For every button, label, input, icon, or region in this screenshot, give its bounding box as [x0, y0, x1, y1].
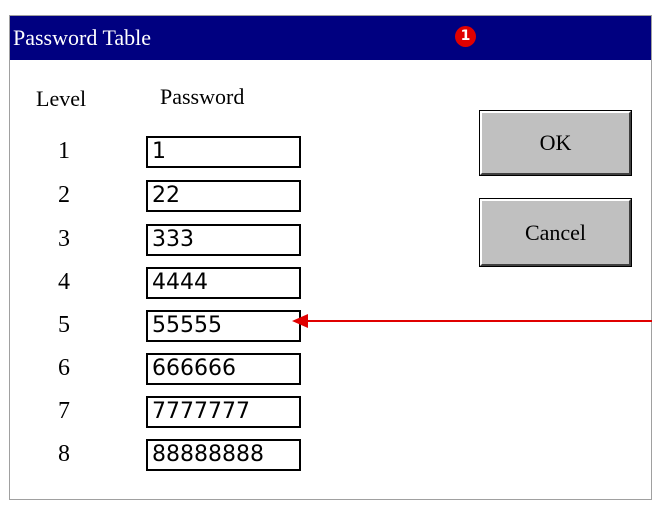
password-table-dialog: Password Table 1 Level Password 1 1 2 22… — [9, 15, 652, 500]
callout-marker: 1 — [455, 26, 476, 47]
password-field-8[interactable]: 88888888 — [146, 439, 301, 471]
cancel-button[interactable]: Cancel — [479, 198, 632, 267]
dialog-title: Password Table — [13, 25, 151, 50]
level-label-6: 6 — [58, 355, 70, 381]
level-label-3: 3 — [58, 226, 70, 252]
dialog-title-bar: Password Table — [10, 16, 651, 60]
ok-button[interactable]: OK — [479, 110, 632, 176]
level-label-2: 2 — [58, 182, 70, 208]
password-field-5[interactable]: 55555 — [146, 310, 301, 342]
password-field-4[interactable]: 4444 — [146, 267, 301, 299]
level-label-7: 7 — [58, 398, 70, 424]
password-column-header: Password — [160, 84, 245, 109]
password-field-1[interactable]: 1 — [146, 136, 301, 168]
level-label-5: 5 — [58, 312, 70, 338]
password-field-6[interactable]: 666666 — [146, 353, 301, 385]
password-field-3[interactable]: 333 — [146, 224, 301, 256]
level-label-8: 8 — [58, 441, 70, 467]
level-label-4: 4 — [58, 269, 70, 295]
level-label-1: 1 — [58, 138, 70, 164]
password-field-2[interactable]: 22 — [146, 180, 301, 212]
password-field-7[interactable]: 7777777 — [146, 396, 301, 428]
pointer-arrow-icon — [292, 314, 652, 328]
level-column-header: Level — [36, 86, 87, 111]
